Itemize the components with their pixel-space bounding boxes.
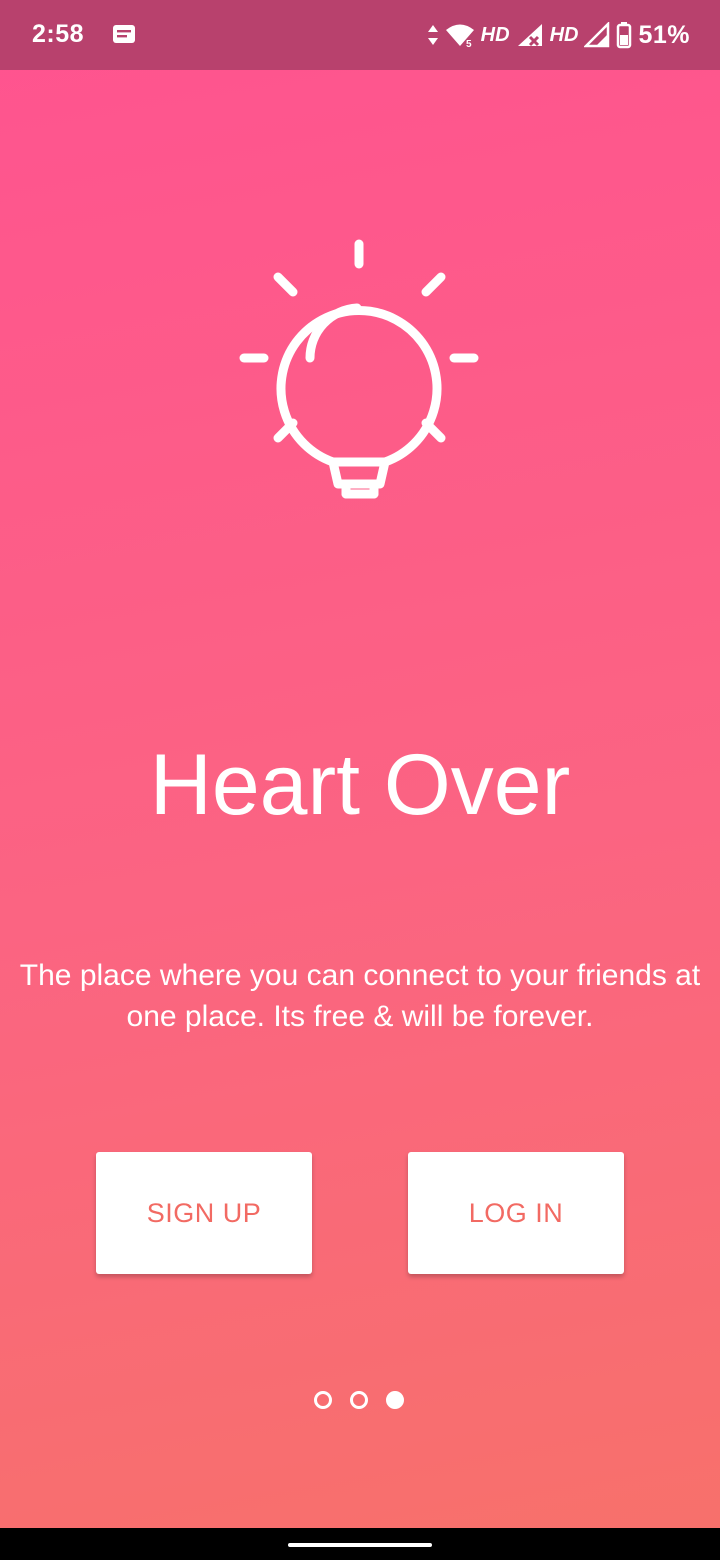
signal-icon	[584, 22, 610, 48]
battery-icon	[617, 22, 632, 49]
home-gesture-handle[interactable]	[288, 1543, 432, 1547]
lightbulb-icon	[239, 239, 479, 499]
sign-up-button[interactable]: SIGN UP	[96, 1152, 312, 1274]
app-tagline: The place where you can connect to your …	[19, 959, 701, 1033]
data-arrows-icon	[427, 25, 438, 45]
wifi-badge: 5	[466, 39, 472, 48]
status-indicators: 5 HD HD 51%	[427, 18, 690, 52]
status-time: 2:58	[32, 20, 85, 48]
page-dot-2[interactable]	[350, 1391, 368, 1409]
page-dot-1[interactable]	[314, 1391, 332, 1409]
status-bar: 2:58 5 HD HD 51%	[0, 0, 720, 70]
battery-level: 51%	[638, 20, 690, 49]
app-title: Heart Over	[149, 737, 571, 833]
network-type-label-2: HD	[549, 23, 579, 46]
page-dot-3-active[interactable]	[386, 1391, 404, 1409]
network-type-label-1: HD	[480, 23, 510, 46]
page-indicator	[314, 1391, 404, 1409]
navigation-bar	[0, 1528, 720, 1560]
log-in-button[interactable]: LOG IN	[408, 1152, 624, 1274]
wifi-icon: 5	[445, 24, 474, 48]
message-notification-icon	[113, 25, 135, 43]
signal-no-data-icon	[517, 24, 542, 47]
